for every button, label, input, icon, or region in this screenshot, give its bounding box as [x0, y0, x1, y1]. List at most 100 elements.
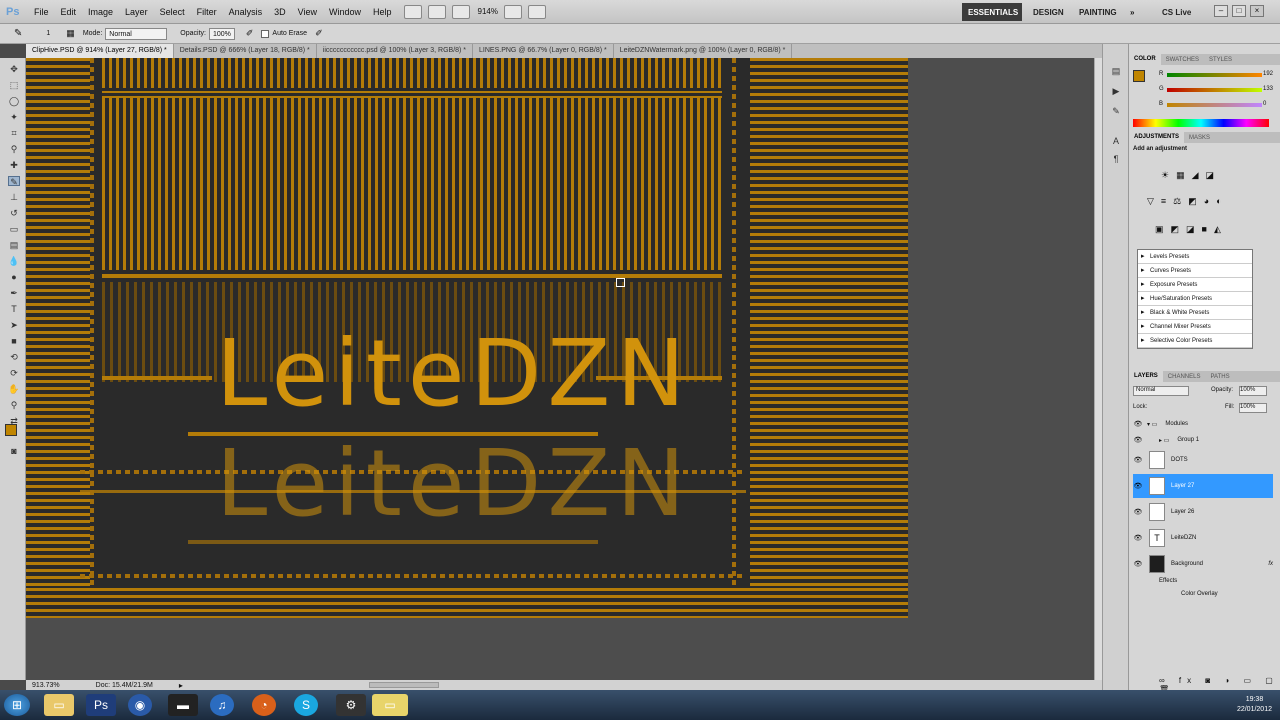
adjustment-icons-row-1[interactable]: ☀▦◢◪ — [1161, 170, 1221, 181]
eraser-tool-icon[interactable]: ▭ — [8, 224, 20, 234]
preset-levels[interactable]: Levels Presets — [1138, 250, 1252, 264]
screen-mode-button[interactable] — [527, 4, 546, 19]
opacity-input[interactable]: 100% — [208, 27, 235, 40]
b-value[interactable]: 0 — [1263, 101, 1266, 107]
b-slider[interactable] — [1167, 103, 1262, 107]
3d-orbit-tool-icon[interactable]: ⟳ — [8, 368, 20, 378]
visibility-icon[interactable]: 👁 — [1133, 436, 1143, 444]
zoom-tool-icon[interactable]: ⚲ — [8, 400, 20, 410]
status-arrow-icon[interactable]: ▸ — [179, 681, 183, 690]
quick-mask-icon[interactable]: ◙ — [8, 446, 20, 456]
pressure-size-icon[interactable]: ✐ — [315, 28, 323, 39]
3d-rotate-tool-icon[interactable]: ⟲ — [8, 352, 20, 362]
tab-masks[interactable]: MASKS — [1184, 135, 1215, 141]
workspace-painting[interactable]: PAINTING — [1073, 3, 1123, 21]
visibility-icon[interactable]: 👁 — [1133, 508, 1143, 516]
history-brush-tool-icon[interactable]: ↺ — [8, 208, 20, 218]
blend-mode-select[interactable]: Normal — [1133, 386, 1189, 396]
blur-tool-icon[interactable]: 💧 — [8, 256, 20, 266]
cs-live-button[interactable]: CS Live — [1156, 3, 1197, 21]
zoom-level[interactable]: 914% — [478, 7, 498, 16]
itunes-icon[interactable]: ♫ — [210, 694, 234, 716]
adjustment-icons-row-3[interactable]: ▣◩◪■◭ — [1155, 224, 1228, 235]
menu-file[interactable]: File — [28, 7, 55, 17]
photoshop-taskbar-icon[interactable]: Ps — [86, 694, 116, 716]
eyedropper-tool-icon[interactable]: ⚲ — [8, 144, 20, 154]
menu-3d[interactable]: 3D — [268, 7, 292, 17]
sticky-notes-icon[interactable]: ▭ — [372, 694, 408, 716]
canvas-area[interactable]: LeiteDZN LeiteDZN — [26, 58, 1094, 680]
crop-tool-icon[interactable]: ⌗ — [8, 128, 20, 138]
tab-adjustments[interactable]: ADJUSTMENTS — [1129, 132, 1185, 143]
visibility-icon[interactable]: 👁 — [1133, 482, 1143, 490]
firefox-icon[interactable]: ◔ — [252, 694, 276, 716]
path-select-tool-icon[interactable]: ➤ — [8, 320, 20, 330]
tab-swatches[interactable]: SWATCHES — [1161, 57, 1204, 63]
preset-hue-saturation[interactable]: Hue/Saturation Presets — [1138, 292, 1252, 306]
character-icon[interactable]: A — [1110, 136, 1122, 146]
effect-color-overlay[interactable]: Color Overlay — [1181, 591, 1218, 597]
menu-analysis[interactable]: Analysis — [223, 7, 269, 17]
tab-details[interactable]: Details.PSD @ 666% (Layer 18, RGB/8) * — [174, 44, 317, 58]
layer-row-selected[interactable]: 👁 Layer 27 — [1133, 474, 1273, 498]
document-canvas[interactable]: LeiteDZN LeiteDZN — [26, 58, 908, 618]
clone-stamp-tool-icon[interactable]: ⊥ — [8, 192, 20, 202]
pressure-opacity-icon[interactable]: ✐ — [246, 28, 254, 39]
layer-row-background[interactable]: 👁 Background fx — [1133, 552, 1273, 576]
workspace-more-button[interactable]: » — [1124, 3, 1140, 21]
terminal-icon[interactable]: ▬ — [168, 694, 198, 716]
menu-window[interactable]: Window — [323, 7, 367, 17]
tab-color[interactable]: COLOR — [1129, 54, 1161, 65]
layer-row-dots[interactable]: 👁 DOTS — [1133, 448, 1273, 472]
visibility-icon[interactable]: 👁 — [1133, 560, 1143, 568]
fill-input[interactable]: 100% — [1239, 403, 1267, 413]
status-zoom[interactable]: 913.73% — [32, 682, 60, 689]
preset-exposure[interactable]: Exposure Presets — [1138, 278, 1252, 292]
tab-watermark[interactable]: LeiteDZNWatermark.png @ 100% (Layer 0, R… — [614, 44, 793, 58]
move-tool-icon[interactable]: ✥ — [8, 64, 20, 74]
r-value[interactable]: 192 — [1263, 71, 1273, 77]
skype-icon[interactable]: S — [294, 694, 318, 716]
gradient-tool-icon[interactable]: ▤ — [8, 240, 20, 250]
visibility-icon[interactable]: 👁 — [1133, 534, 1143, 542]
menu-filter[interactable]: Filter — [191, 7, 223, 17]
preset-channel-mixer[interactable]: Channel Mixer Presets — [1138, 320, 1252, 334]
dodge-tool-icon[interactable]: ● — [8, 272, 20, 282]
close-icon[interactable]: × — [1250, 5, 1264, 17]
tab-cliphive[interactable]: ClipHive.PSD @ 914% (Layer 27, RGB/8) * — [26, 44, 174, 58]
tab-lines[interactable]: LINES.PNG @ 66.7% (Layer 0, RGB/8) * — [473, 44, 614, 58]
tab-channels[interactable]: CHANNELS — [1163, 374, 1206, 380]
visibility-icon[interactable]: 👁 — [1133, 456, 1143, 464]
shape-tool-icon[interactable]: ■ — [8, 336, 20, 346]
view-extras-button[interactable] — [451, 4, 470, 19]
brush-size[interactable]: 1 — [46, 30, 50, 37]
visibility-icon[interactable]: 👁 — [1133, 420, 1143, 428]
menu-layer[interactable]: Layer — [119, 7, 154, 17]
menu-image[interactable]: Image — [82, 7, 119, 17]
r-slider[interactable] — [1167, 73, 1262, 77]
preset-selective-color[interactable]: Selective Color Presets — [1138, 334, 1252, 348]
preset-curves[interactable]: Curves Presets — [1138, 264, 1252, 278]
color-fg-swatch[interactable] — [1133, 70, 1145, 82]
pen-tool-icon[interactable]: ✒ — [8, 288, 20, 298]
brushes-icon[interactable]: ✎ — [1110, 106, 1122, 116]
menu-help[interactable]: Help — [367, 7, 398, 17]
marquee-tool-icon[interactable]: ⬚ — [8, 80, 20, 90]
menu-select[interactable]: Select — [154, 7, 191, 17]
auto-erase-checkbox[interactable] — [261, 29, 270, 38]
tab-styles[interactable]: STYLES — [1204, 57, 1237, 63]
system-clock[interactable]: 19:38 22/01/2012 — [1237, 695, 1272, 715]
layer-row-group1[interactable]: 👁 ▸ ▭ Group 1 — [1133, 432, 1273, 448]
mini-bridge-button[interactable] — [427, 4, 446, 19]
tab-paths[interactable]: PATHS — [1205, 374, 1234, 380]
workspace-design[interactable]: DESIGN — [1027, 3, 1070, 21]
pencil-icon[interactable]: ✎ — [14, 28, 22, 39]
type-tool-icon[interactable]: T — [8, 304, 20, 314]
layer-row-layer26[interactable]: 👁 Layer 26 — [1133, 500, 1273, 524]
foreground-color-swatch[interactable] — [5, 424, 17, 436]
minimize-icon[interactable]: – — [1214, 5, 1228, 17]
maximize-icon[interactable]: □ — [1232, 5, 1246, 17]
workspace-essentials[interactable]: ESSENTIALS — [962, 3, 1022, 21]
adjustment-icons-row-2[interactable]: ▽≡⚖◩◕◐ — [1147, 196, 1229, 207]
spectrum-ramp[interactable] — [1133, 119, 1269, 127]
